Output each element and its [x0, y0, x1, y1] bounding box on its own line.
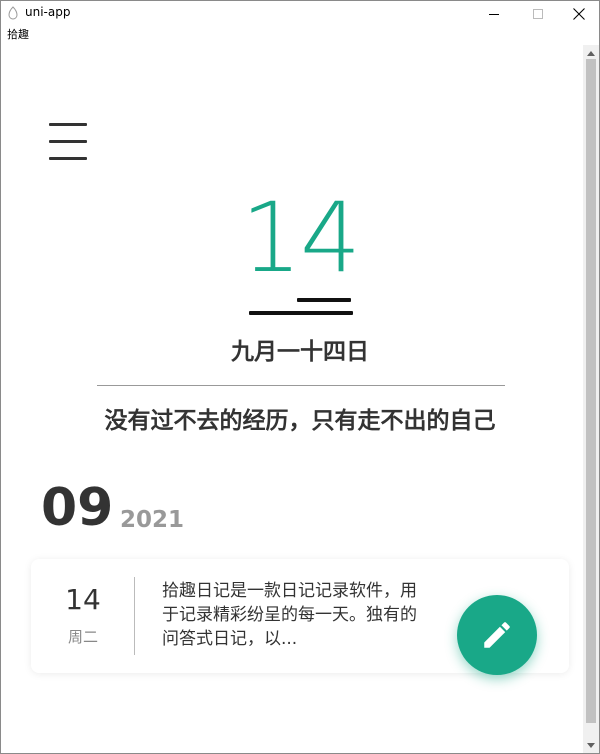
menu-bar-line — [49, 157, 87, 160]
minimize-button[interactable] — [471, 1, 517, 27]
minimize-icon — [489, 14, 499, 15]
chevron-down-icon — [587, 742, 595, 748]
scrollbar-thumb[interactable] — [586, 59, 596, 723]
year-label: 2021 — [120, 507, 185, 533]
decorative-line-long — [249, 311, 353, 315]
scroll-down-button[interactable] — [583, 737, 599, 753]
daily-quote: 没有过不去的经历，只有走不出的自己 — [104, 408, 496, 434]
divider — [97, 385, 505, 386]
decorative-line-short — [297, 298, 351, 302]
today-day-number: 14 — [240, 182, 361, 294]
entry-separator — [134, 577, 135, 655]
entry-preview-text: 拾趣日记是一款日记记录软件，用于记录精彩纷呈的每一天。独有的问答式日记，以... — [162, 581, 417, 649]
entry-day: 14 — [65, 583, 101, 616]
maximize-button[interactable] — [515, 1, 561, 27]
title-bar: uni-app — [1, 1, 599, 27]
maximize-icon — [533, 9, 543, 19]
chevron-up-icon — [587, 50, 595, 56]
hamburger-menu-icon[interactable] — [49, 123, 87, 163]
window-title: uni-app — [25, 5, 71, 19]
write-entry-button[interactable] — [457, 595, 537, 675]
vertical-scrollbar[interactable] — [583, 45, 599, 753]
menu-bar: 拾趣 — [1, 27, 599, 45]
month-heading: 09 — [41, 478, 114, 538]
menu-bar-line — [49, 123, 87, 126]
main-content: 14 九月一十四日 没有过不去的经历，只有走不出的自己 09 2021 14 周… — [1, 45, 583, 753]
app-logo-icon — [8, 6, 18, 20]
close-button[interactable] — [556, 1, 599, 27]
app-window: uni-app 拾趣 14 九月一十四日 没有过不去的经历，只有走不出的自己 0… — [0, 0, 600, 754]
menu-item-app[interactable]: 拾趣 — [7, 27, 29, 43]
close-icon — [573, 8, 585, 20]
lunar-date: 九月一十四日 — [231, 339, 369, 365]
pencil-icon — [484, 622, 510, 648]
menu-bar-line — [49, 140, 87, 143]
entry-weekday: 周二 — [67, 628, 98, 646]
